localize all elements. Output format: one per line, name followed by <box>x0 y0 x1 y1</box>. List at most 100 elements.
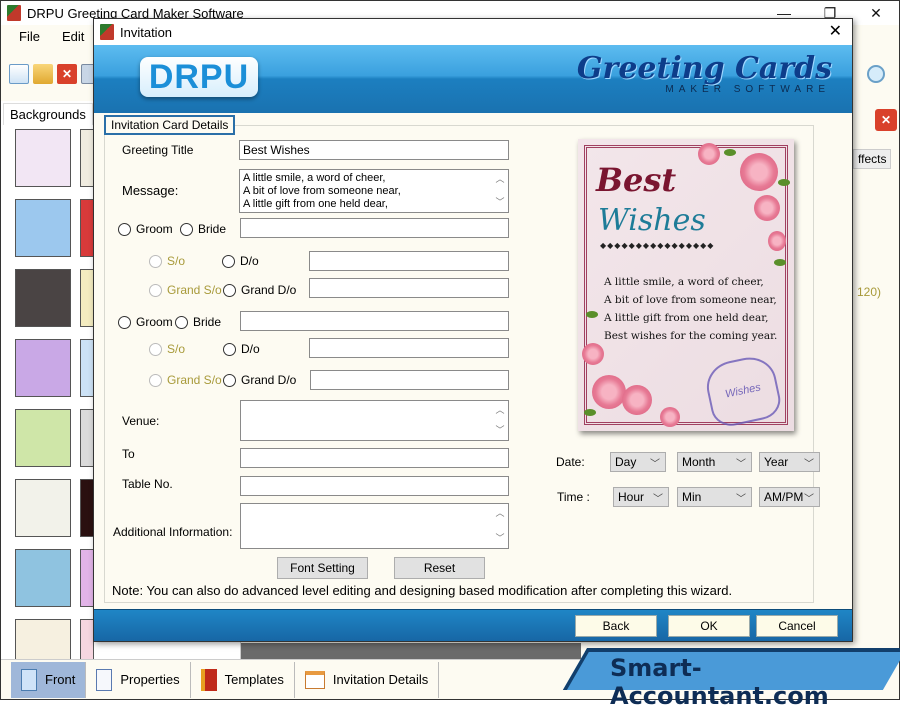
scroll-up-icon[interactable]: ︿ <box>495 404 504 417</box>
background-thumbnail-clouds[interactable] <box>15 199 71 257</box>
scroll-up-icon[interactable]: ︿ <box>495 173 504 186</box>
grand-do-radio-2[interactable]: Grand D/o <box>223 373 296 387</box>
open-icon[interactable] <box>33 64 53 84</box>
back-button[interactable]: Back <box>575 615 657 637</box>
month-select[interactable]: Month ﹀ <box>677 452 752 472</box>
scroll-down-icon[interactable]: ﹀ <box>495 424 504 437</box>
message-line: A little smile, a word of cheer, <box>243 172 386 184</box>
card-title-best: Best <box>596 161 677 199</box>
background-thumbnail-green-leaves[interactable] <box>15 479 71 537</box>
do-radio-1[interactable]: D/o <box>222 254 259 268</box>
rose-decoration <box>698 143 720 165</box>
font-setting-button[interactable]: Font Setting <box>277 557 368 579</box>
background-thumbnail[interactable] <box>80 549 94 607</box>
leaf-decoration <box>586 311 598 318</box>
bride-radio-1[interactable]: Bride <box>180 222 226 236</box>
tab-templates[interactable]: Templates <box>191 661 295 698</box>
cancel-button[interactable]: Cancel <box>756 615 838 637</box>
to-input[interactable] <box>240 448 509 468</box>
background-thumbnail[interactable] <box>80 269 94 327</box>
new-icon[interactable] <box>9 64 29 84</box>
background-thumbnail[interactable] <box>80 409 94 467</box>
groom-radio-2[interactable]: Groom <box>118 315 173 329</box>
background-thumbnail-baby-pattern[interactable] <box>15 129 71 187</box>
grand-do-radio-1[interactable]: Grand D/o <box>223 283 296 297</box>
time-label: Time : <box>557 490 590 504</box>
invitation-dialog: Invitation ✕ DRPU Greeting Cards MAKER S… <box>93 18 853 642</box>
grand-so-radio-2[interactable]: Grand S/o <box>149 373 222 387</box>
reset-button[interactable]: Reset <box>394 557 485 579</box>
year-select[interactable]: Year ﹀ <box>759 452 820 472</box>
additional-info-textarea[interactable]: ︿ ﹀ <box>240 503 509 549</box>
delete-icon[interactable]: ✕ <box>875 109 897 131</box>
tab-front[interactable]: Front <box>11 661 87 698</box>
leaf-decoration <box>774 259 786 266</box>
chevron-down-icon: ﹀ <box>650 459 660 470</box>
verse-line: A little gift from one held dear, <box>604 312 769 324</box>
message-line: A bit of love from someone near, <box>243 185 401 197</box>
tab-invitation-details[interactable]: Invitation Details <box>295 661 440 698</box>
background-thumbnail[interactable] <box>80 479 94 537</box>
scroll-down-icon[interactable]: ﹀ <box>495 532 504 545</box>
rose-decoration <box>660 407 680 427</box>
background-thumbnail[interactable] <box>80 129 94 187</box>
message-scrollbar[interactable]: ︿ ﹀ <box>492 170 508 212</box>
groom-radio-1[interactable]: Groom <box>118 222 173 236</box>
ok-button[interactable]: OK <box>668 615 750 637</box>
venue-scrollbar[interactable]: ︿ ﹀ <box>492 401 508 440</box>
additional-info-scrollbar[interactable]: ︿ ﹀ <box>492 504 508 548</box>
zoom-out-icon[interactable] <box>867 65 885 83</box>
menu-file[interactable]: File <box>19 29 40 44</box>
stamp-text: Wishes <box>724 381 762 401</box>
leaf-decoration <box>724 149 736 156</box>
parent-input-1[interactable] <box>309 251 509 271</box>
bride-radio-2[interactable]: Bride <box>175 315 221 329</box>
tab-properties[interactable]: Properties <box>86 661 191 698</box>
message-textarea[interactable]: A little smile, a word of cheer, A bit o… <box>239 169 509 213</box>
min-select[interactable]: Min ﹀ <box>677 487 752 507</box>
close-file-icon[interactable]: ✕ <box>57 64 77 84</box>
background-thumbnail-santa-pattern[interactable] <box>15 549 71 607</box>
tab-effects[interactable]: ffects <box>853 149 892 169</box>
scroll-down-icon[interactable]: ﹀ <box>495 196 504 209</box>
background-thumbnail-dark-flowers[interactable] <box>15 269 71 327</box>
so-radio-1[interactable]: S/o <box>149 254 185 268</box>
dialog-icon <box>100 24 114 40</box>
verse-line: A little smile, a word of cheer, <box>604 276 764 288</box>
group-legend: Invitation Card Details <box>104 115 236 135</box>
greeting-title-input[interactable] <box>239 140 509 160</box>
parent-input-2[interactable] <box>309 338 509 358</box>
rose-decoration <box>768 231 786 251</box>
close-button[interactable]: ✕ <box>853 1 899 25</box>
card-divider: ◆◆◆◆◆◆◆◆◆◆◆◆◆◆◆◆ <box>600 241 715 250</box>
tab-backgrounds[interactable]: Backgrounds <box>3 103 93 125</box>
table-no-input[interactable] <box>240 476 509 496</box>
greeting-cards-logo: Greeting Cards MAKER SOFTWARE <box>577 51 832 95</box>
background-thumbnail-colorful-flowers[interactable] <box>15 339 71 397</box>
scroll-up-icon[interactable]: ︿ <box>495 507 504 520</box>
grandparent-input-1[interactable] <box>309 278 509 298</box>
background-thumbnail[interactable] <box>80 339 94 397</box>
grandparent-input-2[interactable] <box>310 370 509 390</box>
dialog-close-button[interactable]: ✕ <box>829 21 842 41</box>
name-input-1[interactable] <box>240 218 509 238</box>
rose-decoration <box>740 153 778 191</box>
do-radio-2[interactable]: D/o <box>223 342 260 356</box>
card-verse: A little smile, a word of cheer, A bit o… <box>604 273 777 345</box>
venue-textarea[interactable]: ︿ ﹀ <box>240 400 509 441</box>
so-radio-2[interactable]: S/o <box>149 342 185 356</box>
background-thumbnail-green-trees[interactable] <box>15 409 71 467</box>
ampm-select[interactable]: AM/PM ﹀ <box>759 487 820 507</box>
background-thumbnail[interactable] <box>80 199 94 257</box>
menu-edit[interactable]: Edit <box>62 29 84 44</box>
app-icon <box>7 5 21 21</box>
message-line: A little gift from one held dear, <box>243 198 388 210</box>
templates-icon <box>200 668 217 691</box>
front-page-icon <box>21 668 37 691</box>
grand-so-radio-1[interactable]: Grand S/o <box>149 283 222 297</box>
chevron-down-icon: ﹀ <box>736 459 746 470</box>
hour-select[interactable]: Hour ﹀ <box>613 487 669 507</box>
day-select[interactable]: Day ﹀ <box>610 452 666 472</box>
name-input-2[interactable] <box>240 311 509 331</box>
chevron-down-icon: ﹀ <box>736 494 746 505</box>
